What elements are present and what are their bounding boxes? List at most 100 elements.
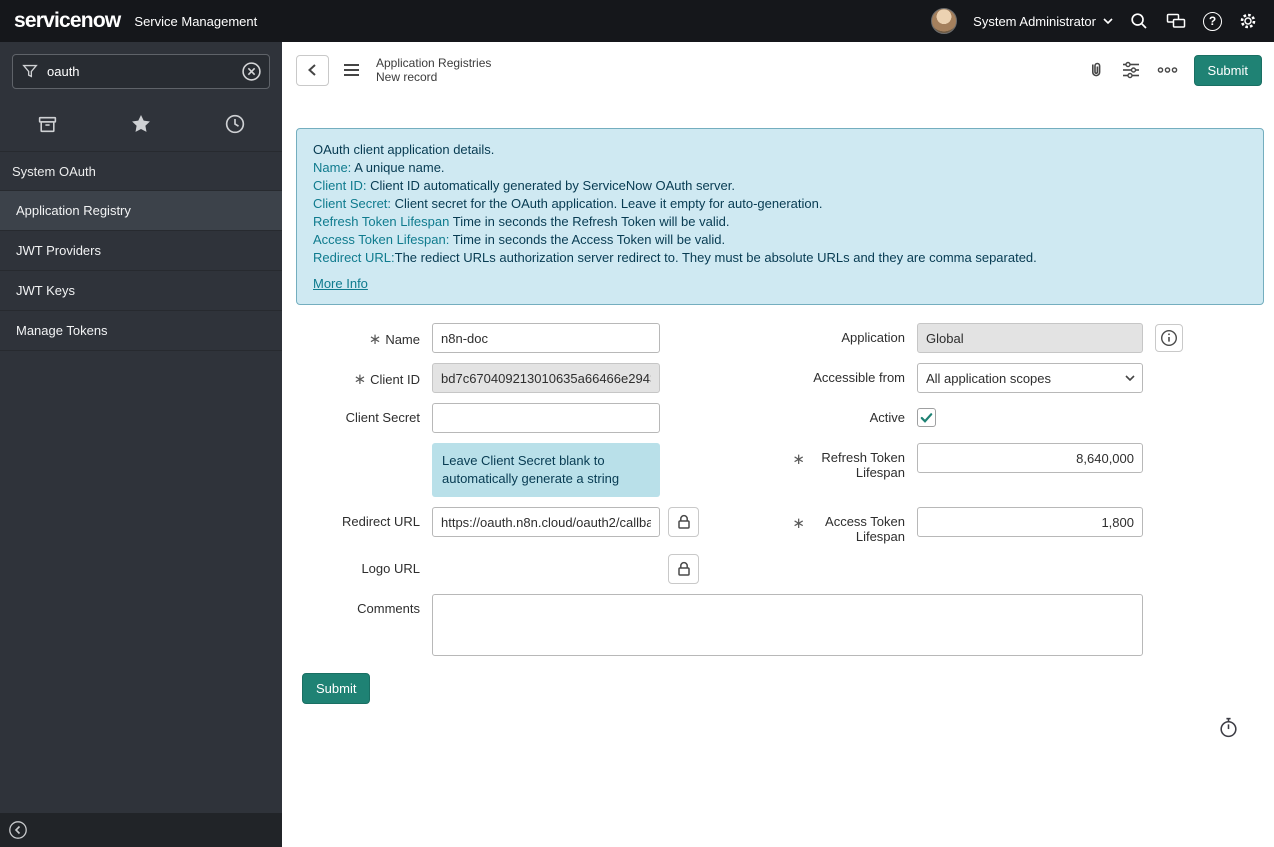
sidebar-item-jwt-providers[interactable]: JWT Providers xyxy=(0,231,282,271)
active-checkbox[interactable] xyxy=(917,408,936,427)
connect-chat-icon[interactable] xyxy=(1165,11,1187,31)
sidebar-item-application-registry[interactable]: Application Registry xyxy=(0,191,282,231)
sidebar: System OAuth Application Registry JWT Pr… xyxy=(0,42,282,847)
accessible-from-label-text: Accessible from xyxy=(813,370,905,385)
nav-section-system-oauth[interactable]: System OAuth xyxy=(0,151,282,191)
user-avatar[interactable] xyxy=(931,8,957,34)
required-marker: ∗ xyxy=(354,371,367,388)
application-label: Application xyxy=(672,323,905,345)
response-time-button[interactable] xyxy=(1217,716,1240,739)
redirect-url-field[interactable] xyxy=(432,507,660,537)
stopwatch-icon xyxy=(1217,716,1240,739)
client-secret-label: Client Secret xyxy=(296,403,420,425)
info-line-label: Name: xyxy=(313,160,351,175)
comments-field[interactable] xyxy=(432,594,1143,656)
search-icon[interactable] xyxy=(1129,11,1149,31)
check-icon xyxy=(919,410,934,425)
chevron-left-circle-icon xyxy=(8,820,28,840)
star-icon xyxy=(130,113,152,135)
access-token-lifespan-label-text: Access Token Lifespan xyxy=(809,514,905,544)
sidebar-footer xyxy=(0,813,282,847)
product-name: Service Management xyxy=(134,14,257,29)
toolbar-actions: Submit xyxy=(1086,55,1262,86)
servicenow-app: servicenow Service Management System Adm… xyxy=(0,0,1274,847)
app-header: servicenow Service Management System Adm… xyxy=(0,0,1274,42)
application-info-button[interactable] xyxy=(1155,324,1183,352)
submit-button-header[interactable]: Submit xyxy=(1194,55,1262,86)
info-line-label: Refresh Token Lifespan xyxy=(313,214,449,229)
main-content: Application Registries New record xyxy=(282,42,1274,847)
hamburger-icon xyxy=(341,60,362,80)
redirect-url-label-text: Redirect URL xyxy=(342,514,420,529)
settings-gear-icon[interactable] xyxy=(1238,11,1258,31)
sidebar-collapse-button[interactable] xyxy=(8,820,28,840)
page-title: Application Registries xyxy=(376,56,491,70)
accessible-from-label: Accessible from xyxy=(672,363,905,385)
info-line: Client Secret: Client secret for the OAu… xyxy=(313,195,1247,213)
info-line: Name: A unique name. xyxy=(313,159,1247,177)
info-line-text: Client ID automatically generated by Ser… xyxy=(366,178,735,193)
comments-label-text: Comments xyxy=(357,601,420,616)
application-field[interactable] xyxy=(917,323,1143,353)
form-toolbar: Application Registries New record xyxy=(282,42,1274,98)
logo-url-label-text: Logo URL xyxy=(361,561,420,576)
context-menu-button[interactable] xyxy=(339,58,364,82)
sliders-icon xyxy=(1121,60,1141,80)
client-id-label-text: Client ID xyxy=(370,372,420,387)
user-menu[interactable]: System Administrator xyxy=(973,14,1113,29)
info-intro: OAuth client application details. xyxy=(313,141,1247,159)
refresh-token-lifespan-field[interactable] xyxy=(917,443,1143,473)
filter-navigator xyxy=(12,54,270,89)
required-marker: ∗ xyxy=(369,331,382,348)
info-line-text: Client secret for the OAuth application.… xyxy=(391,196,822,211)
servicenow-logo[interactable]: servicenow xyxy=(14,9,120,33)
info-line: Access Token Lifespan: Time in seconds t… xyxy=(313,231,1247,249)
sidebar-item-jwt-keys[interactable]: JWT Keys xyxy=(0,271,282,311)
access-token-lifespan-field[interactable] xyxy=(917,507,1143,537)
main-layout: System OAuth Application Registry JWT Pr… xyxy=(0,42,1274,847)
accessible-from-select[interactable]: All application scopes xyxy=(917,363,1143,393)
chevron-down-icon xyxy=(1103,18,1113,24)
client-secret-field[interactable] xyxy=(432,403,660,433)
tab-history[interactable] xyxy=(188,113,282,135)
lock-icon xyxy=(675,560,693,578)
logo-url-lock-button[interactable] xyxy=(668,554,699,584)
application-label-text: Application xyxy=(841,330,905,345)
back-button[interactable] xyxy=(296,55,329,86)
info-line-text: The rediect URLs authorization server re… xyxy=(395,250,1037,265)
personalize-form-button[interactable] xyxy=(1121,60,1141,80)
archive-icon xyxy=(37,114,58,135)
info-line: Redirect URL:The rediect URLs authorizat… xyxy=(313,249,1247,267)
attachment-button[interactable] xyxy=(1086,60,1106,80)
info-line-label: Redirect URL: xyxy=(313,250,395,265)
logo-url-label: Logo URL xyxy=(296,554,420,576)
info-circle-icon xyxy=(1159,328,1179,348)
paperclip-icon xyxy=(1086,60,1106,80)
filter-navigator-input[interactable] xyxy=(12,54,270,89)
client-id-field[interactable] xyxy=(432,363,660,393)
client-id-label: ∗Client ID xyxy=(296,363,420,388)
help-icon[interactable]: ? xyxy=(1203,12,1222,31)
refresh-token-lifespan-label-text: Refresh Token Lifespan xyxy=(809,450,905,480)
more-info-link[interactable]: More Info xyxy=(313,276,368,291)
clear-search-button[interactable] xyxy=(241,61,262,82)
name-field[interactable] xyxy=(432,323,660,353)
redirect-url-label: Redirect URL xyxy=(296,507,420,529)
more-options-button[interactable] xyxy=(1156,60,1179,80)
name-label-text: Name xyxy=(385,332,420,347)
sidebar-item-manage-tokens[interactable]: Manage Tokens xyxy=(0,311,282,351)
tab-favorites[interactable] xyxy=(94,113,188,135)
active-label-text: Active xyxy=(870,410,905,425)
info-line-label: Client Secret: xyxy=(313,196,391,211)
header-actions: System Administrator ? xyxy=(931,8,1258,34)
info-line-label: Client ID: xyxy=(313,178,366,193)
tab-all-applications[interactable] xyxy=(0,114,94,135)
client-secret-label-text: Client Secret xyxy=(346,410,420,425)
submit-button-footer[interactable]: Submit xyxy=(302,673,370,704)
info-line-text: Time in seconds the Access Token will be… xyxy=(449,232,725,247)
redirect-url-lock-button[interactable] xyxy=(668,507,699,537)
info-line-text: Time in seconds the Refresh Token will b… xyxy=(449,214,729,229)
lock-icon xyxy=(675,513,693,531)
funnel-icon xyxy=(21,62,39,83)
access-token-lifespan-label: ∗Access Token Lifespan xyxy=(672,507,905,544)
